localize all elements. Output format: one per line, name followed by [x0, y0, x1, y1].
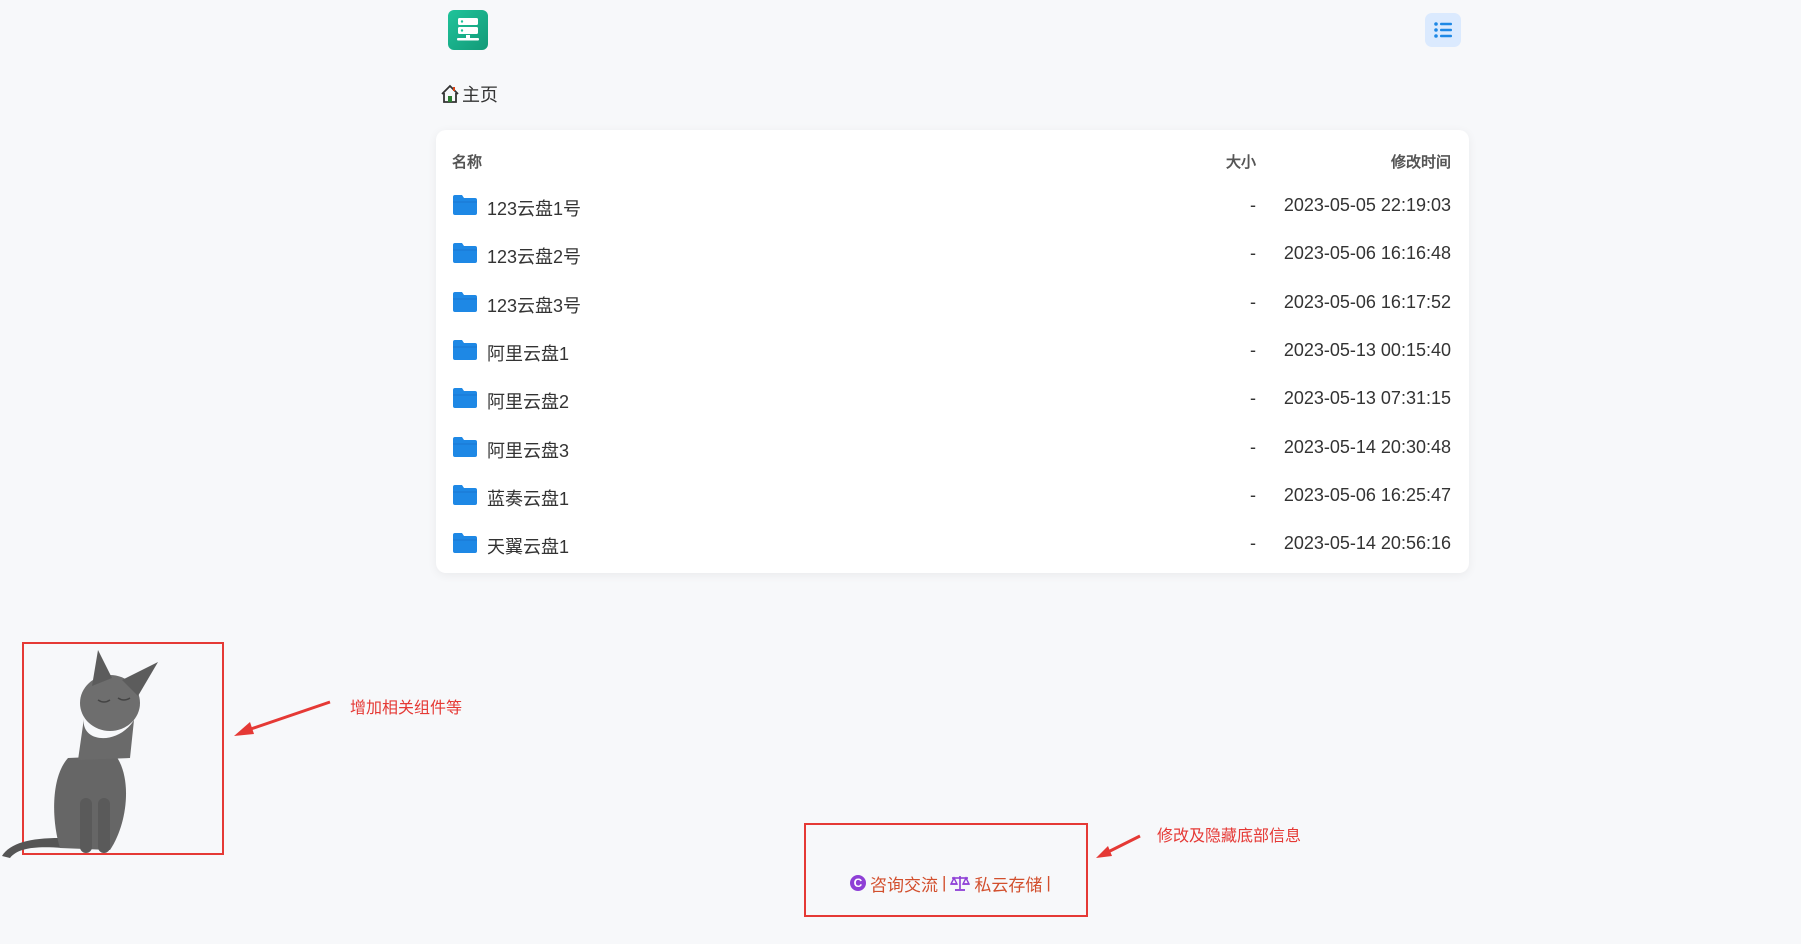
folder-icon	[453, 436, 477, 457]
folder-icon	[453, 243, 477, 264]
column-header-name[interactable]: 名称	[452, 151, 482, 172]
widget-annotation-note: 增加相关组件等	[350, 700, 463, 717]
table-row[interactable]: 123云盘3号 - 2023-05-06 16:17:52	[436, 279, 1469, 327]
table-row[interactable]: 天翼云盘1 - 2023-05-14 20:56:16	[436, 520, 1469, 568]
file-modified: 2023-05-05 22:19:03	[1283, 195, 1451, 215]
file-modified: 2023-05-14 20:56:16	[1283, 533, 1451, 554]
folder-icon	[453, 533, 477, 554]
file-size: -	[1250, 339, 1256, 360]
c-circle-icon: C	[850, 875, 866, 891]
column-header-modified[interactable]: 修改时间	[1391, 151, 1451, 172]
folder-icon	[453, 388, 477, 409]
file-size: -	[1250, 484, 1256, 505]
breadcrumb: 主页	[440, 82, 498, 106]
file-name: 123云盘3号	[487, 295, 582, 316]
file-modified: 2023-05-06 16:25:47	[1283, 484, 1451, 505]
cat-mascot-widget[interactable]	[0, 648, 170, 860]
file-modified: 2023-05-14 20:30:48	[1283, 436, 1451, 457]
file-name: 蓝奏云盘1	[487, 488, 570, 509]
file-size: -	[1250, 291, 1256, 312]
file-modified: 2023-05-06 16:16:48	[1283, 243, 1451, 264]
file-list-card: 名称 大小 修改时间 123云盘1号 -2023-05-05 22:19:03 12…	[436, 130, 1469, 573]
table-row[interactable]: 阿里云盘2 - 2023-05-13 07:31:15	[436, 375, 1469, 423]
site-logo[interactable]	[448, 10, 488, 50]
widget-annotation-arrow	[234, 700, 331, 736]
file-modified: 2023-05-13 00:15:40	[1283, 339, 1451, 360]
file-name: 123云盘1号	[487, 199, 582, 219]
server-stack-icon	[457, 18, 479, 41]
home-icon	[441, 84, 459, 103]
table-header: 名称 大小 修改时间	[436, 130, 1469, 190]
file-modified: 2023-05-06 16:17:52	[1283, 291, 1451, 312]
table-row[interactable]: 123云盘2号 - 2023-05-06 16:16:48	[436, 230, 1469, 278]
column-header-size[interactable]: 大小	[1126, 151, 1256, 172]
site-footer: C 咨询交流 | 私云存储 |	[850, 871, 1051, 896]
view-toggle-button[interactable]	[1425, 13, 1461, 47]
file-name: 阿里云盘2	[487, 392, 570, 413]
folder-icon	[453, 291, 477, 312]
private-storage-link[interactable]: 私云存储	[974, 871, 1042, 896]
breadcrumb-home-link[interactable]: 主页	[462, 81, 498, 107]
footer-annotation-arrow	[1096, 834, 1141, 858]
file-name: 阿里云盘3	[487, 440, 570, 461]
footer-trailing-separator: |	[1046, 873, 1051, 892]
scales-icon	[950, 876, 971, 891]
table-row[interactable]: 蓝奏云盘1 - 2023-05-06 16:25:47	[436, 472, 1469, 520]
file-name: 阿里云盘1	[487, 343, 570, 364]
folder-icon	[453, 195, 477, 215]
consult-link[interactable]: 咨询交流	[870, 871, 938, 896]
file-name: 天翼云盘1	[487, 537, 570, 558]
file-modified: 2023-05-13 07:31:15	[1283, 388, 1451, 409]
list-icon	[1434, 22, 1452, 38]
file-size: -	[1250, 388, 1256, 409]
file-size: -	[1250, 243, 1256, 264]
folder-icon	[453, 484, 477, 505]
folder-icon	[453, 339, 477, 360]
table-row[interactable]: 阿里云盘3 - 2023-05-14 20:30:48	[436, 424, 1469, 472]
table-row[interactable]: 123云盘1号 - 2023-05-05 22:19:03	[436, 182, 1469, 230]
file-size: -	[1250, 533, 1256, 554]
footer-separator: |	[942, 873, 947, 892]
footer-annotation-note: 修改及隐藏底部信息	[1157, 828, 1302, 845]
page-root: 主页 名称 大小 修改时间 123云盘1号 - 2023-05-05 22:19:0…	[0, 0, 1801, 944]
footer-highlight-box	[804, 823, 1088, 917]
file-size: -	[1250, 195, 1256, 215]
table-row[interactable]: 阿里云盘1 - 2023-05-13 00:15:40	[436, 327, 1469, 375]
file-name: 123云盘2号	[487, 247, 582, 268]
file-size: -	[1250, 436, 1256, 457]
